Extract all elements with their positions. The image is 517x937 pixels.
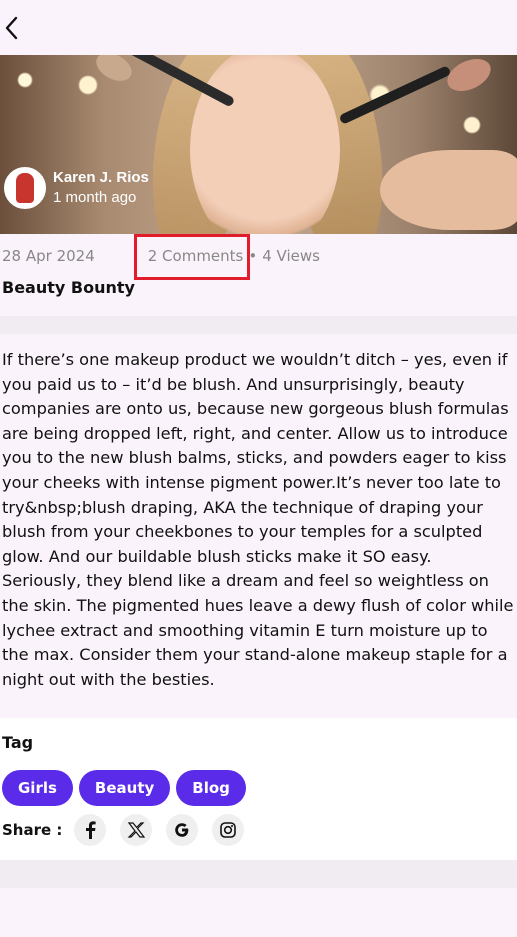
share-google-button[interactable] (166, 814, 199, 846)
tag-blog[interactable]: Blog (176, 770, 246, 806)
hero-hand (380, 150, 517, 230)
views-count: 4 Views (262, 247, 320, 265)
instagram-icon (220, 822, 237, 838)
share-instagram-button[interactable] (212, 814, 245, 846)
hero-brush-head-left (91, 55, 137, 87)
comments-link[interactable]: 2 Comments (148, 247, 244, 265)
tag-list: Girls Beauty Blog (2, 770, 246, 806)
post-meta: 28 Apr 2024 2 Comments • 4 Views (2, 245, 320, 267)
hero-face (190, 55, 340, 234)
share-facebook-button[interactable] (74, 814, 107, 846)
share-row: Share : (2, 814, 258, 846)
tag-beauty[interactable]: Beauty (78, 770, 171, 806)
author-time: 1 month ago (53, 189, 137, 206)
hero-image: Karen J. Rios 1 month ago (0, 55, 517, 234)
chevron-left-icon (5, 16, 18, 40)
post-body: If there’s one makeup product we wouldn’… (2, 350, 514, 689)
author-name: Karen J. Rios (53, 169, 149, 186)
hero-brush-head-right (442, 55, 496, 98)
meta-separator: • (248, 247, 258, 265)
back-button[interactable] (2, 14, 22, 42)
author-info[interactable]: Karen J. Rios 1 month ago (4, 167, 149, 209)
avatar-figure (16, 173, 34, 203)
section-divider (0, 316, 517, 334)
facebook-icon (86, 821, 97, 839)
top-bar (0, 0, 517, 55)
post-date: 28 Apr 2024 (2, 247, 95, 265)
share-x-button[interactable] (120, 814, 153, 846)
share-label: Share : (2, 821, 63, 839)
x-twitter-icon (127, 822, 146, 838)
google-icon (175, 823, 189, 837)
avatar (4, 167, 46, 209)
tag-girls[interactable]: Girls (2, 770, 73, 806)
post-title: Beauty Bounty (2, 278, 135, 297)
author-text: Karen J. Rios 1 month ago (53, 168, 149, 208)
footer-divider (0, 860, 517, 888)
tag-heading: Tag (2, 733, 34, 752)
